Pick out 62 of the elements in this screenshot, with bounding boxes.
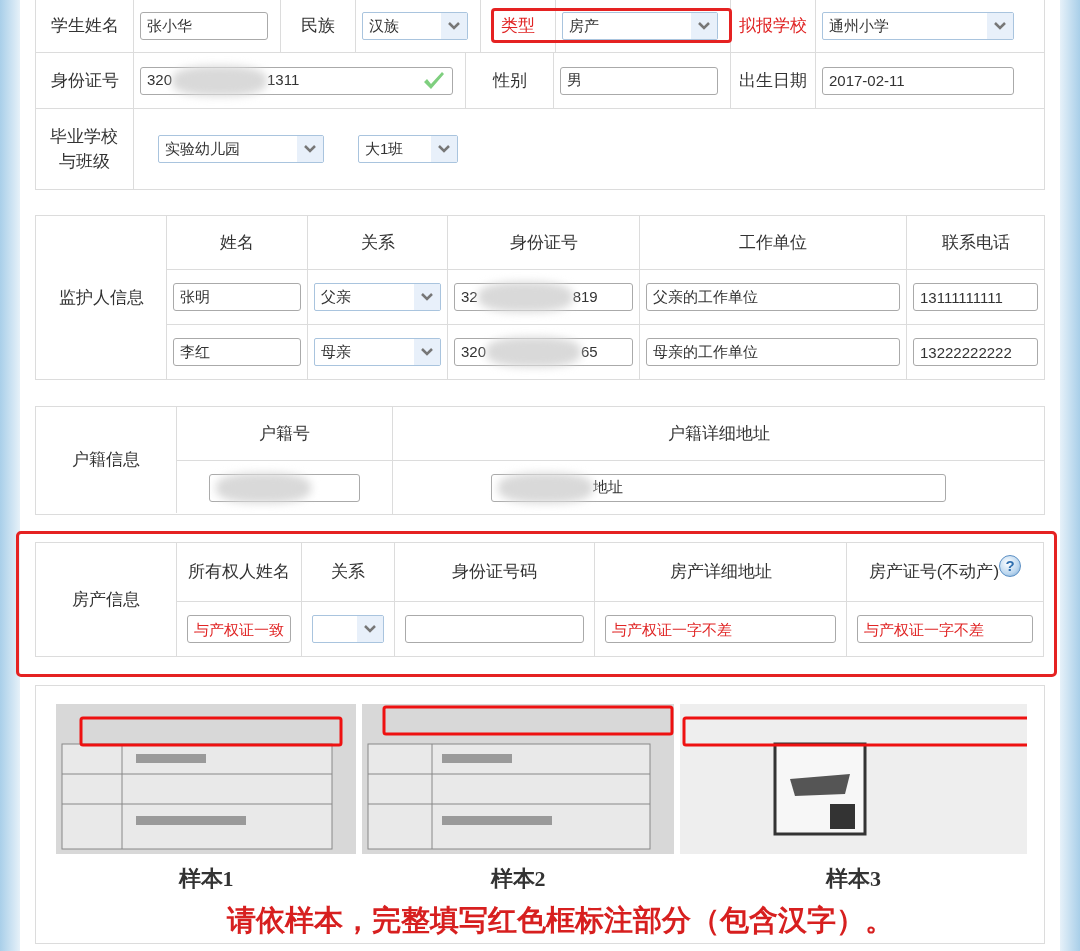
chevron-icon xyxy=(993,21,1007,31)
instruction-text: 请依样本，完整填写红色框标注部分（包含汉字）。 xyxy=(225,903,895,938)
input-field[interactable]: 张明 xyxy=(173,283,301,311)
input-field[interactable]: 320 1311 xyxy=(140,66,453,95)
input-field[interactable]: 与产权证一字不差 xyxy=(857,615,1033,643)
column-header: 房产详细地址 xyxy=(669,561,772,584)
input-field[interactable] xyxy=(405,615,584,643)
column-header: 关系 xyxy=(331,561,365,584)
input-field[interactable]: 13222222222 xyxy=(913,338,1038,366)
sample-caption: 样本2 xyxy=(490,865,546,893)
column-header: 工作单位 xyxy=(739,231,807,254)
input-field[interactable]: 张小华 xyxy=(140,12,268,40)
chevron-icon xyxy=(303,144,317,154)
column-header: 身份证号 xyxy=(509,231,578,254)
column-header: 联系电话 xyxy=(941,231,1010,254)
column-header: 户籍号 xyxy=(259,422,310,445)
input-field[interactable]: 父亲的工作单位 xyxy=(646,283,900,311)
input-field[interactable]: 男 xyxy=(560,66,718,95)
field-label: 身份证号 xyxy=(50,69,119,92)
input-field[interactable]: 32 819 xyxy=(454,283,633,311)
column-header: 身份证号码 xyxy=(452,561,537,584)
chevron-icon xyxy=(420,292,434,302)
section-title: 房产信息 xyxy=(72,588,140,611)
section-title: 户籍信息 xyxy=(72,449,140,472)
chevron-icon xyxy=(447,21,461,31)
input-field[interactable]: 地址 xyxy=(491,473,946,502)
dropdown[interactable]: 父亲 xyxy=(314,283,441,311)
field-label: 学生姓名 xyxy=(50,15,119,38)
dropdown[interactable] xyxy=(312,615,384,643)
field-label: 类型 xyxy=(501,15,535,38)
chevron-icon xyxy=(437,144,451,154)
input-field[interactable]: 320 65 xyxy=(454,338,633,366)
input-field[interactable]: 与产权证一字不差 xyxy=(605,615,836,643)
chevron-icon xyxy=(363,624,377,634)
input-field[interactable]: 2017-02-11 xyxy=(822,66,1014,95)
column-header: 户籍详细地址 xyxy=(667,422,770,445)
field-label: 民族 xyxy=(301,15,335,38)
input-field[interactable]: 李红 xyxy=(173,338,301,366)
field-label: 拟报学校 xyxy=(739,15,807,38)
sample-caption: 样本3 xyxy=(826,865,881,893)
chevron-icon xyxy=(697,21,711,31)
column-header: 所有权人姓名 xyxy=(188,561,290,584)
help-icon[interactable]: ? xyxy=(999,555,1022,577)
field-label: 毕业学校与班级 xyxy=(49,125,120,173)
chevron-icon xyxy=(420,347,434,357)
dropdown[interactable]: 房产 xyxy=(562,12,718,40)
dropdown[interactable]: 大1班 xyxy=(358,135,458,163)
section-title: 监护人信息 xyxy=(58,286,144,309)
input-field[interactable]: 与产权证一致 xyxy=(187,615,291,643)
input-field[interactable]: 13111111111 xyxy=(913,283,1038,311)
column-header: 房产证号(不动产) xyxy=(868,561,1000,584)
input-field[interactable] xyxy=(209,473,360,502)
field-label: 性别 xyxy=(492,69,527,92)
column-header: 姓名 xyxy=(220,231,254,254)
sample-caption: 样本1 xyxy=(178,865,234,893)
input-field[interactable]: 母亲的工作单位 xyxy=(646,338,900,366)
dropdown[interactable]: 母亲 xyxy=(314,338,441,366)
dropdown[interactable]: 汉族 xyxy=(362,12,468,40)
dropdown[interactable]: 通州小学 xyxy=(822,12,1014,40)
dropdown[interactable]: 实验幼儿园 xyxy=(158,135,324,163)
column-header: 关系 xyxy=(360,231,395,254)
field-label: 出生日期 xyxy=(739,69,807,92)
